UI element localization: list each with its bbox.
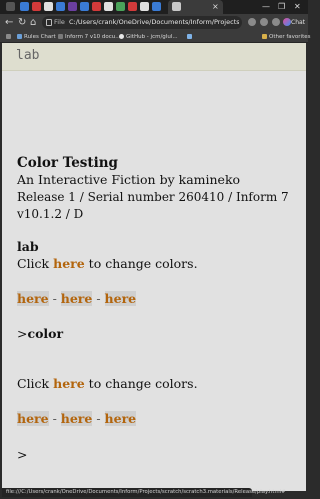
tab-favicon[interactable] — [56, 2, 65, 11]
tab-favicon[interactable] — [152, 2, 161, 11]
folder-icon — [262, 33, 267, 39]
bookmark-item[interactable] — [187, 31, 194, 43]
status-url: file:///C:/Users/crank/OneDrive/Document… — [6, 489, 286, 495]
collections-icon[interactable] — [272, 18, 280, 26]
click-instruction: Click here to change colors. — [17, 376, 198, 392]
here-link-2[interactable]: here — [60, 291, 93, 306]
instruction-text: to change colors. — [84, 376, 198, 391]
separator: - — [92, 411, 105, 426]
bookmark-label: Rules Chart — [24, 34, 56, 40]
here-link-2[interactable]: here — [60, 411, 93, 426]
favorites-icon[interactable] — [260, 18, 268, 26]
bookmark-favicon — [58, 33, 63, 39]
bookmark-favicon — [17, 33, 22, 39]
instruction-text: Click — [17, 256, 54, 271]
command-prompt-input[interactable]: > — [17, 447, 27, 463]
bookmarks-bar: Rules Chart Inform 7 v10 docu... GitHub … — [0, 31, 311, 43]
status-room: lab — [16, 48, 40, 63]
tab-favicon[interactable] — [116, 2, 125, 11]
link-row: here - here - here — [17, 411, 137, 427]
tab-group-icon[interactable] — [6, 2, 15, 11]
status-line: lab — [2, 43, 306, 71]
bookmark-item[interactable]: Inform 7 v10 docu... — [58, 31, 121, 43]
here-link-3[interactable]: here — [104, 291, 137, 306]
link-row: here - here - here — [17, 291, 137, 307]
tab-favicon[interactable] — [140, 2, 149, 11]
command-text: color — [27, 326, 64, 341]
github-icon — [119, 33, 124, 39]
tab-strip: × — ❐ ✕ — [0, 0, 308, 14]
tab-favicon[interactable] — [20, 2, 29, 11]
bookmark-item[interactable]: GitHub - jcm/glul... — [119, 31, 178, 43]
copilot-icon[interactable] — [283, 18, 291, 26]
tab-favicon[interactable] — [68, 2, 77, 11]
link-status-bar: file:///C:/Users/crank/OneDrive/Document… — [2, 488, 286, 497]
bookmark-bar-icon[interactable] — [6, 31, 13, 43]
room-heading: lab — [17, 239, 39, 254]
home-icon[interactable]: ⌂ — [30, 16, 36, 29]
bookmark-label: Inform 7 v10 docu... — [65, 34, 121, 40]
address-url[interactable]: C:/Users/crank/OneDrive/Documents/Inform… — [69, 16, 239, 29]
story-byline: An Interactive Fiction by kamineko — [17, 172, 241, 187]
tab-favicon[interactable] — [80, 2, 89, 11]
command-echo: >color — [17, 326, 63, 342]
other-favorites[interactable]: Other favorites — [262, 31, 311, 43]
bookmark-label: GitHub - jcm/glul... — [126, 34, 178, 40]
separator: - — [48, 411, 61, 426]
instruction-text: Click — [17, 376, 54, 391]
address-scheme: File — [54, 18, 65, 26]
tab-favicon[interactable] — [32, 2, 41, 11]
bookmark-favicon — [187, 33, 192, 39]
instruction-text: to change colors. — [84, 256, 198, 271]
story-title: Color Testing — [17, 155, 118, 171]
address-bar[interactable]: File C:/Users/crank/OneDrive/Documents/I… — [42, 16, 242, 29]
tab-favicon[interactable] — [44, 2, 53, 11]
other-favorites-label: Other favorites — [269, 34, 311, 40]
change-colors-link[interactable]: here — [53, 376, 85, 391]
separator: - — [92, 291, 105, 306]
game-page: lab Color Testing An Interactive Fiction… — [2, 43, 306, 491]
close-window-icon[interactable]: ✕ — [294, 0, 301, 14]
separator: - — [48, 291, 61, 306]
here-link-3[interactable]: here — [104, 411, 137, 426]
back-arrow-icon[interactable]: ← — [5, 16, 13, 29]
tab-favicon[interactable] — [104, 2, 113, 11]
release-line: Release 1 / Serial number 260410 / Infor… — [17, 190, 289, 204]
minimize-icon[interactable]: — — [262, 0, 270, 14]
close-tab-icon[interactable]: × — [212, 1, 219, 13]
change-colors-link[interactable]: here — [53, 256, 85, 271]
maximize-icon[interactable]: ❐ — [278, 0, 285, 14]
browser-toolbar: ← ↻ ⌂ File C:/Users/crank/OneDrive/Docum… — [0, 14, 308, 31]
click-instruction: Click here to change colors. — [17, 256, 198, 272]
file-icon — [46, 19, 52, 26]
tab-favicon[interactable] — [92, 2, 101, 11]
version-line: v10.1.2 / D — [17, 207, 84, 221]
copilot-label[interactable]: Chat — [291, 14, 305, 31]
here-link-1[interactable]: here — [17, 411, 49, 426]
tab-favicon[interactable] — [128, 2, 137, 11]
here-link-1[interactable]: here — [17, 291, 49, 306]
file-icon — [172, 2, 181, 11]
refresh-icon[interactable]: ↻ — [18, 16, 26, 29]
prompt-symbol: > — [17, 326, 28, 341]
extensions-icon[interactable] — [248, 18, 256, 26]
bookmark-item[interactable]: Rules Chart — [17, 31, 56, 43]
